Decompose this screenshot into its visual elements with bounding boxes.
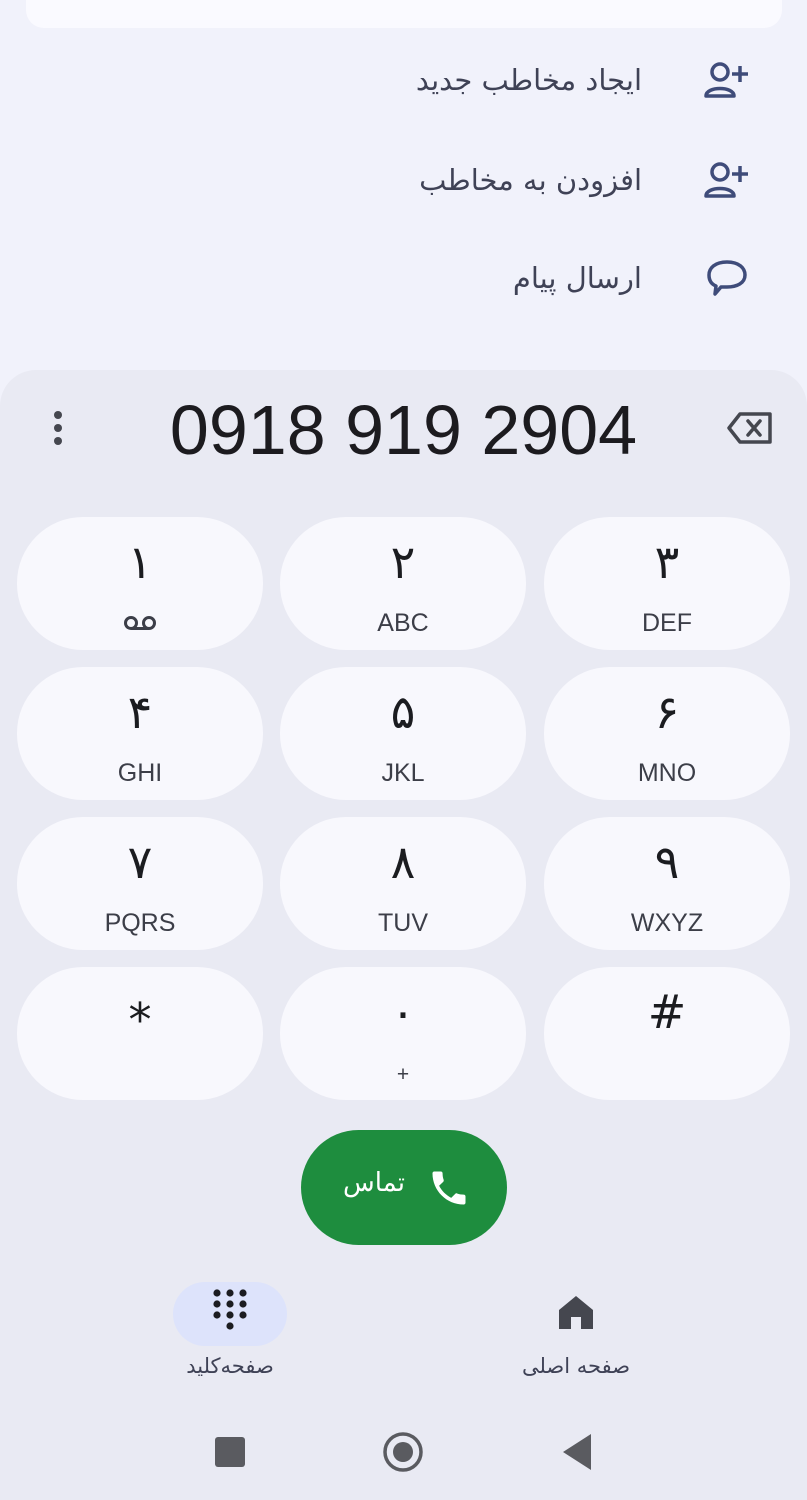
key-digit: ۱ [127,535,153,589]
triangle-back-icon[interactable] [552,1427,602,1477]
key-digit: ۹ [654,835,680,889]
dialpad-icon [210,1287,250,1341]
person-add-icon [699,152,755,208]
previous-card [26,0,782,28]
key-digit: * [128,993,152,1047]
key-8[interactable]: ۸ TUV [280,817,526,950]
key-digit: ۶ [654,685,680,739]
system-nav-bar [0,1415,807,1485]
call-label: تماس [343,1168,405,1198]
square-icon[interactable] [205,1427,255,1477]
person-add-icon [699,52,755,108]
phone-icon [427,1166,471,1214]
key-digit: ۲ [390,535,416,589]
key-1[interactable]: ۱ [17,517,263,650]
dialer-panel: 0918 919 2904 ۱ ۲ ABC ۳ DEF ۴ GHI ۵ JKL … [0,370,807,1500]
key-digit: ۳ [654,535,680,589]
add-to-contact-row[interactable]: افزودن به مخاطب [0,130,807,230]
key-letters: TUV [378,909,428,937]
key-digit: # [647,985,687,1039]
key-star[interactable]: * [17,967,263,1100]
key-letters: PQRS [104,909,176,937]
create-new-contact-label: ایجاد مخاطب جدید [415,63,642,97]
key-6[interactable]: ۶ MNO [544,667,790,800]
key-letters: MNO [637,759,697,787]
send-message-label: ارسال پیام [512,261,642,295]
key-9[interactable]: ۹ WXYZ [544,817,790,950]
key-letters: DEF [642,609,692,637]
key-letters: WXYZ [630,909,704,937]
key-letters: ABC [377,609,429,637]
key-letters: + [396,1063,410,1086]
voicemail-icon [123,615,157,635]
more-vert-icon[interactable] [38,406,78,450]
dialed-number[interactable]: 0918 919 2904 [100,390,707,470]
backspace-icon[interactable] [720,406,780,450]
tab-keypad[interactable]: صفحه‌کلید [140,1282,320,1392]
send-message-row[interactable]: ارسال پیام [0,228,807,328]
key-digit: ۴ [127,685,153,739]
key-2[interactable]: ۲ ABC [280,517,526,650]
call-button[interactable]: تماس [301,1130,507,1245]
key-digit: ۵ [390,685,416,739]
home-icon [556,1292,596,1336]
message-icon [699,250,755,306]
circle-icon[interactable] [378,1427,428,1477]
key-0[interactable]: ۰ + [280,967,526,1100]
tab-keypad-pill [173,1282,287,1346]
key-digit: ۷ [127,835,153,889]
key-letters: JKL [381,759,425,787]
key-5[interactable]: ۵ JKL [280,667,526,800]
key-digit: ۸ [390,835,416,889]
tab-keypad-label: صفحه‌کلید [186,1354,274,1378]
key-3[interactable]: ۳ DEF [544,517,790,650]
key-letters: GHI [117,759,163,787]
key-4[interactable]: ۴ GHI [17,667,263,800]
create-new-contact-row[interactable]: ایجاد مخاطب جدید [0,30,807,130]
number-row: 0918 919 2904 [0,370,807,485]
key-hash[interactable]: # [544,967,790,1100]
tab-home-pill [519,1282,633,1346]
tab-home[interactable]: صفحه اصلی [486,1282,666,1392]
tab-home-label: صفحه اصلی [521,1354,631,1378]
key-7[interactable]: ۷ PQRS [17,817,263,950]
add-to-contact-label: افزودن به مخاطب [419,163,642,197]
key-digit: ۰ [390,985,416,1039]
